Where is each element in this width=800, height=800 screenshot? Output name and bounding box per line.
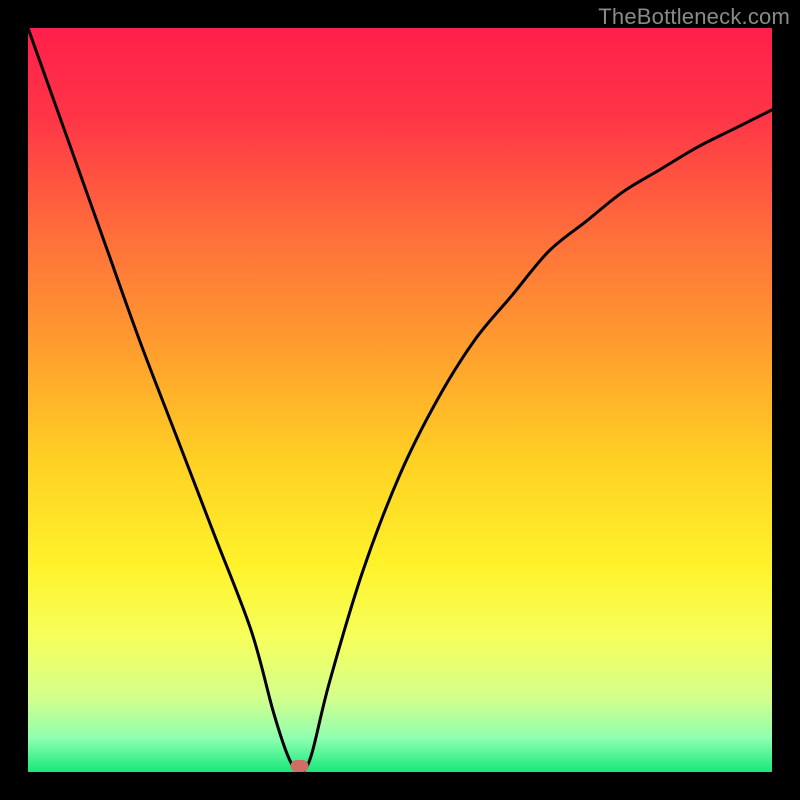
watermark-text: TheBottleneck.com	[598, 4, 790, 30]
minimum-marker	[291, 760, 309, 772]
gradient-background	[28, 28, 772, 772]
bottleneck-chart	[28, 28, 772, 772]
chart-plot-area	[28, 28, 772, 772]
